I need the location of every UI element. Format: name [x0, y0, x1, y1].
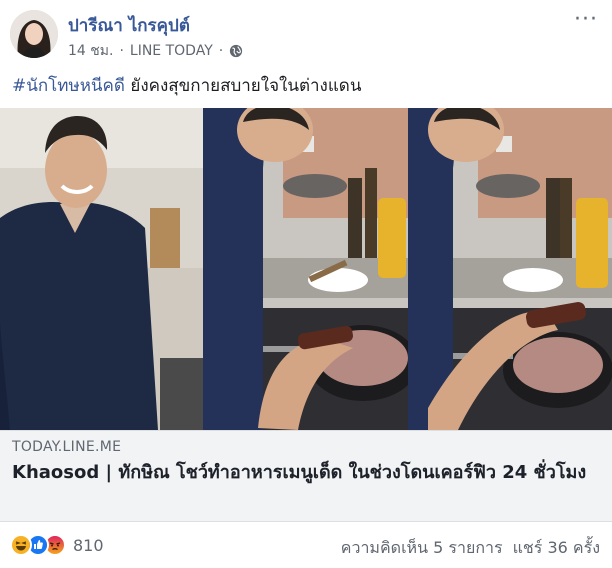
facebook-post: ปารีณา ไกรคุปต์ 14 ชม. · LINE TODAY · ··…	[0, 0, 612, 568]
shares-count[interactable]: แชร์ 36 ครั้ง	[513, 536, 600, 561]
author-avatar[interactable]	[10, 10, 58, 58]
author-name[interactable]: ปารีณา ไกรคุปต์	[68, 12, 190, 39]
globe-icon[interactable]	[229, 44, 243, 58]
post-stats: ความคิดเห็น 5 รายการ แชร์ 36 ครั้ง	[341, 536, 600, 561]
link-title[interactable]: Khaosod | ทักษิณ โชว์ทำอาหารเมนูเด็ด ในช…	[12, 461, 592, 485]
post-source[interactable]: LINE TODAY	[130, 43, 213, 59]
more-options-button[interactable]: ···	[574, 9, 598, 31]
reactions-summary[interactable]: 810	[10, 534, 104, 556]
post-photo[interactable]	[0, 108, 612, 430]
post-body-text: ยังคงสุขกายสบายใจในต่างแดน	[124, 76, 362, 96]
photo-panel-portrait	[0, 108, 203, 430]
comments-count[interactable]: ความคิดเห็น 5 รายการ	[341, 536, 503, 561]
link-preview[interactable]: TODAY.LINE.ME Khaosod | ทักษิณ โชว์ทำอาห…	[0, 430, 612, 522]
post-meta: 14 ชม. · LINE TODAY ·	[68, 40, 243, 62]
meta-separator: ·	[119, 43, 124, 59]
haha-icon	[10, 534, 32, 556]
post-time[interactable]: 14 ชม.	[68, 40, 113, 62]
post-footer: 810 ความคิดเห็น 5 รายการ แชร์ 36 ครั้ง	[0, 528, 612, 562]
meta-separator: ·	[218, 43, 224, 59]
reaction-count[interactable]: 810	[73, 536, 104, 555]
hashtag-link[interactable]: #นักโทษหนีคดี	[12, 76, 125, 96]
link-domain: TODAY.LINE.ME	[12, 439, 122, 455]
photo-panel-cooking-2	[408, 108, 612, 430]
photo-panel-cooking-1	[203, 108, 408, 430]
post-text: #นักโทษหนีคดี ยังคงสุขกายสบายใจในต่างแดน	[12, 72, 361, 99]
